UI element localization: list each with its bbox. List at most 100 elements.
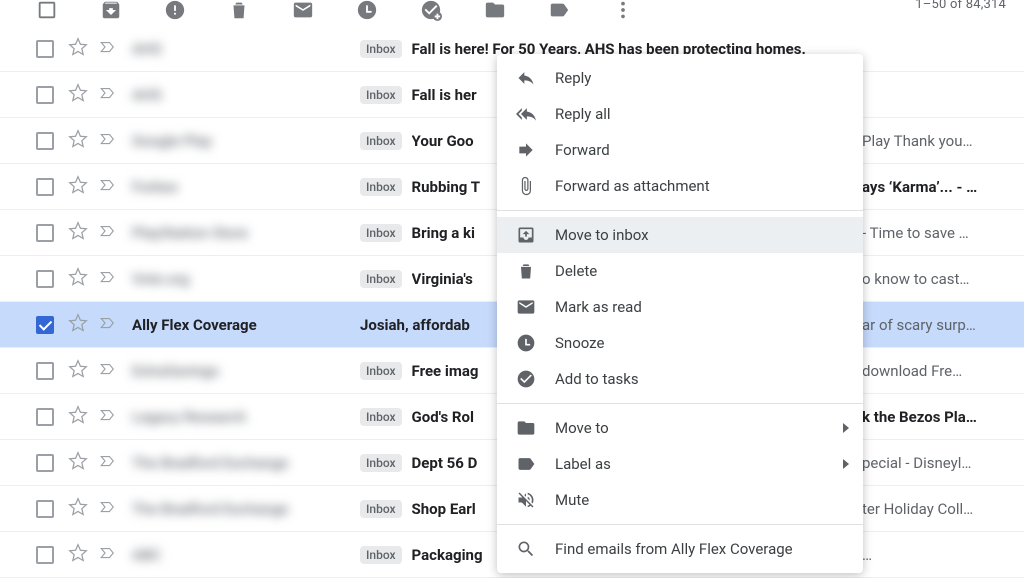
row-checkbox[interactable] [36,86,54,104]
menu-label: Reply all [555,105,611,123]
menu-delete[interactable]: Delete [497,253,863,289]
sender-name: The Bradford Exchange [132,500,360,518]
row-checkbox[interactable] [36,224,54,242]
star-icon[interactable] [68,267,88,291]
menu-add-to-tasks[interactable]: Add to tasks [497,361,863,397]
menu-label: Label as [555,455,611,473]
menu-forward[interactable]: Forward [497,132,863,168]
mail-icon[interactable] [292,0,314,21]
menu-reply[interactable]: Reply [497,60,863,96]
importance-icon[interactable] [98,268,118,290]
star-icon[interactable] [68,405,88,429]
importance-icon[interactable] [98,498,118,520]
menu-divider [497,210,863,211]
snippet-fragment: pecial - Disneyl… [862,454,1008,472]
row-checkbox[interactable] [36,362,54,380]
sender-name: Legacy Research [132,408,360,426]
folder-icon [515,417,537,439]
importance-icon[interactable] [98,544,118,566]
inbox-label: Inbox [360,178,402,196]
add-task-icon[interactable] [420,0,442,21]
snippet-fragment: - Time to save … [862,224,1008,242]
menu-divider [497,524,863,525]
sender-name: Ally Flex Coverage [132,316,360,334]
importance-icon[interactable] [98,38,118,60]
submenu-arrow-icon [843,423,849,433]
star-icon[interactable] [68,37,88,61]
move-to-inbox-icon [515,224,537,246]
row-checkbox[interactable] [36,270,54,288]
move-to-icon[interactable] [484,0,506,21]
row-checkbox[interactable] [36,500,54,518]
toolbar: 1–50 of 84,314 [0,0,1024,20]
more-icon[interactable] [612,0,634,21]
subject-text: Virginia's [412,270,473,288]
star-icon[interactable] [68,313,88,337]
submenu-arrow-icon [843,459,849,469]
snooze-icon[interactable] [356,0,378,21]
snippet-fragment: ter Holiday Coll… [862,500,1008,518]
inbox-label: Inbox [360,500,402,518]
sender-name: AHS [132,86,360,104]
row-checkbox[interactable] [36,178,54,196]
menu-forward-attachment[interactable]: Forward as attachment [497,168,863,204]
archive-icon[interactable] [100,0,122,21]
menu-move-to-inbox[interactable]: Move to inbox [497,217,863,253]
forward-icon [515,139,537,161]
select-checkbox-icon[interactable] [36,0,58,21]
star-icon[interactable] [68,451,88,475]
star-icon[interactable] [68,129,88,153]
mail-open-icon [515,296,537,318]
importance-icon[interactable] [98,176,118,198]
menu-snooze[interactable]: Snooze [497,325,863,361]
snippet-fragment: k the Bezos Pla… [862,408,1008,426]
star-icon[interactable] [68,359,88,383]
menu-label-as[interactable]: Label as [497,446,863,482]
menu-label: Mute [555,491,589,509]
importance-icon[interactable] [98,222,118,244]
sender-name: AHS [132,40,360,58]
snippet-fragment: ar of scary surp… [862,316,1008,334]
sender-name: ABC [132,546,360,564]
subject-text: Your Goo [412,132,474,150]
inbox-label: Inbox [360,270,402,288]
menu-label: Mark as read [555,298,642,316]
importance-icon[interactable] [98,314,118,336]
row-checkbox[interactable] [36,546,54,564]
menu-find-emails[interactable]: Find emails from Ally Flex Coverage [497,531,863,567]
sender-name: PlayStation Store [132,224,360,242]
row-checkbox[interactable] [36,132,54,150]
star-icon[interactable] [68,543,88,567]
importance-icon[interactable] [98,130,118,152]
row-checkbox[interactable] [36,316,54,334]
star-icon[interactable] [68,175,88,199]
row-checkbox[interactable] [36,408,54,426]
importance-icon[interactable] [98,84,118,106]
snippet-fragment: ays ‘Karma’... - … [862,178,1008,196]
menu-mark-read[interactable]: Mark as read [497,289,863,325]
row-checkbox[interactable] [36,40,54,58]
subject-text: Fall is her [412,86,477,104]
sender-name: Vote.org [132,270,360,288]
importance-icon[interactable] [98,452,118,474]
star-icon[interactable] [68,83,88,107]
menu-label: Snooze [555,334,604,352]
importance-icon[interactable] [98,406,118,428]
inbox-label: Inbox [360,362,402,380]
label-icon[interactable] [548,0,570,21]
spam-icon[interactable] [164,0,186,21]
menu-label: Forward as attachment [555,177,710,195]
menu-reply-all[interactable]: Reply all [497,96,863,132]
menu-label: Forward [555,141,610,159]
row-checkbox[interactable] [36,454,54,472]
importance-icon[interactable] [98,360,118,382]
delete-icon[interactable] [228,0,250,21]
star-icon[interactable] [68,497,88,521]
clock-icon [515,332,537,354]
star-icon[interactable] [68,221,88,245]
attachment-icon [515,175,537,197]
menu-move-to[interactable]: Move to [497,410,863,446]
task-icon [515,368,537,390]
snippet-fragment: download Fre… [862,362,1008,380]
menu-mute[interactable]: Mute [497,482,863,518]
